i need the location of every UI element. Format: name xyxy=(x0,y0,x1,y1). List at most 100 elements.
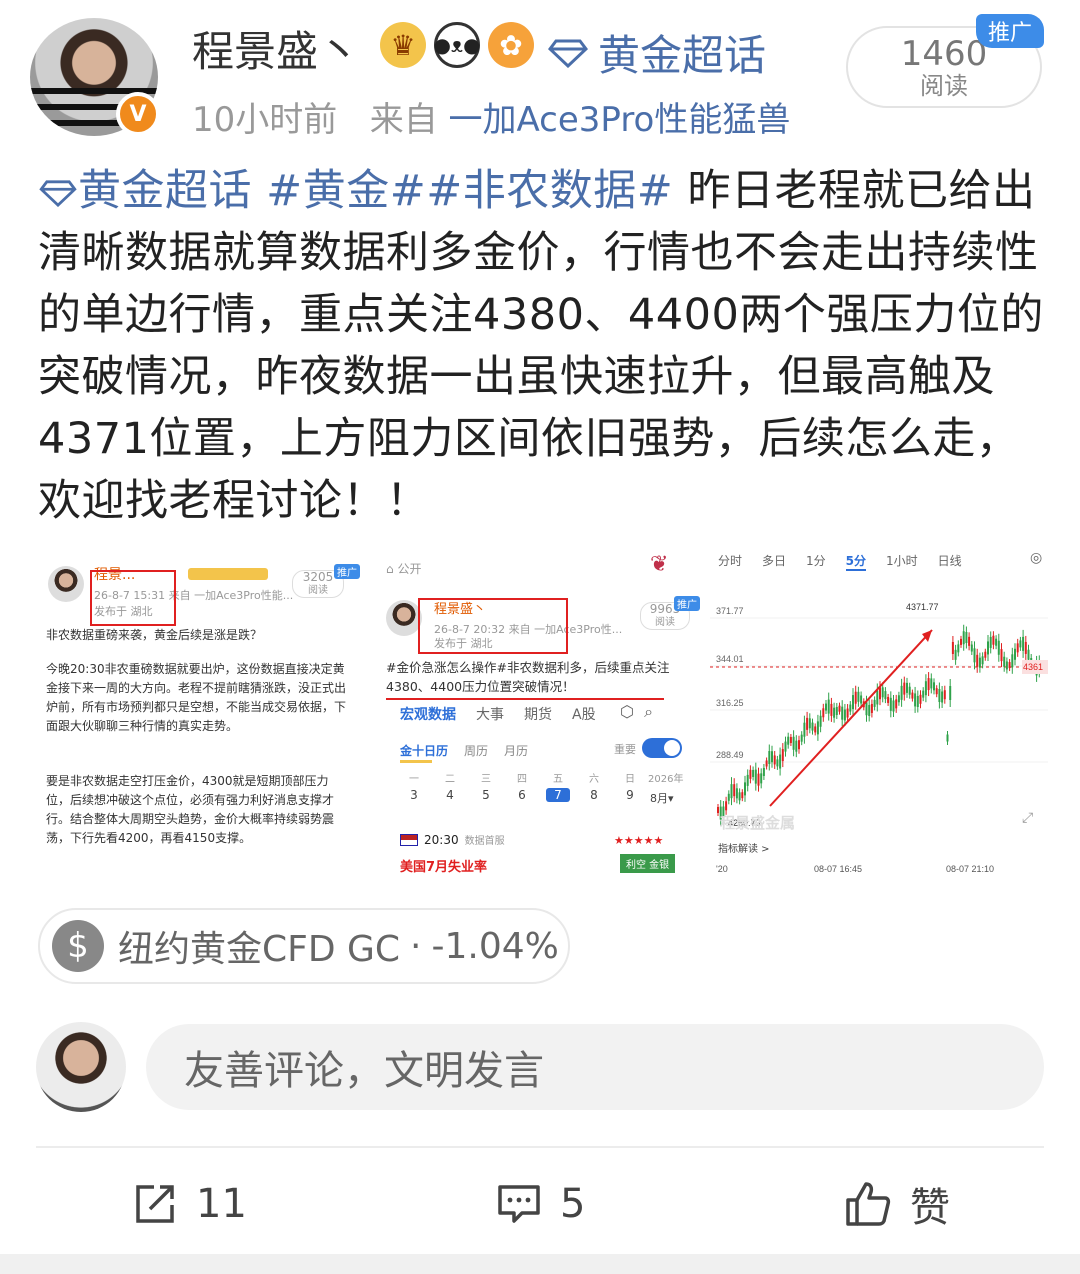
candle-body xyxy=(808,718,811,729)
indicator-link[interactable]: 指标解读 > xyxy=(718,840,770,855)
author-name[interactable]: 程景盛丶 xyxy=(192,18,360,79)
post-image-2[interactable]: ⌂ 公开 ❦ 程景盛丶 26-8-7 20:32 来自 一加Ace3Pro性..… xyxy=(378,548,702,878)
supertopic-inline-link[interactable]: 黄金超话 xyxy=(38,166,266,216)
candle-body xyxy=(897,695,900,703)
candle-body xyxy=(884,691,887,700)
candle-body xyxy=(819,715,822,727)
share-count: 11 xyxy=(196,1181,247,1227)
weekday-2: 三 xyxy=(481,774,491,785)
candle-body xyxy=(776,759,779,767)
comment-button[interactable]: 5 xyxy=(496,1178,585,1230)
weekday-4: 五 xyxy=(553,774,563,785)
post-image-3-chart[interactable]: 分时 多日 1分 5分 1小时 日线 ◎ 371.77 344.01 316.25 288.49… xyxy=(710,548,1048,878)
candle-body xyxy=(892,700,895,712)
candle-body xyxy=(992,635,995,645)
share-button[interactable]: 11 xyxy=(132,1178,247,1230)
weekday-6: 日 xyxy=(625,774,635,785)
candle-body xyxy=(784,741,787,752)
candle-body xyxy=(1014,648,1016,660)
toggle-switch xyxy=(642,738,682,758)
underline xyxy=(386,698,664,700)
candle-body xyxy=(922,690,925,698)
stock-tag[interactable]: $ 纽约黄金CFD GC · -1.04% xyxy=(38,908,570,984)
candle-body xyxy=(970,644,973,652)
candle-body xyxy=(746,774,749,786)
stock-name: 纽约黄金CFD GC xyxy=(118,929,401,970)
high-label: 4371.77 xyxy=(906,602,939,612)
candle-body xyxy=(822,708,825,718)
candle-body xyxy=(919,694,922,704)
candle-body xyxy=(1005,661,1008,670)
comment-input[interactable]: 友善评论，文明发言 xyxy=(146,1024,1044,1110)
candle-body xyxy=(752,769,755,777)
candle-body xyxy=(1008,662,1011,669)
date-cell[interactable]: 6 xyxy=(504,788,540,802)
hashtag-gold[interactable]: #黄金# xyxy=(266,166,426,216)
candle-body xyxy=(827,699,830,714)
candle-body xyxy=(1024,641,1027,654)
candle-body xyxy=(1019,640,1022,648)
x-tick-label: 08-07 21:10 xyxy=(946,864,994,874)
candle-body xyxy=(733,784,736,797)
candle-body xyxy=(730,784,733,799)
candle-body xyxy=(930,678,933,689)
post-time: 10小时前 xyxy=(192,100,338,140)
candle-body xyxy=(825,703,827,711)
candle-body xyxy=(741,792,744,799)
post-image-1[interactable]: 程景... 3205 阅读 推广 26-8-7 15:31 来自 一加Ace3Pr… xyxy=(38,548,362,878)
candle-body xyxy=(779,754,782,769)
from-label: 来自 xyxy=(369,100,438,140)
like-button[interactable]: 赞 xyxy=(844,1178,950,1231)
candle-body xyxy=(908,686,911,695)
candle-body xyxy=(843,709,846,721)
expand-icon: ⤢ xyxy=(1022,810,1034,826)
candle-body xyxy=(900,685,903,700)
candle-body xyxy=(868,704,871,716)
candle-body xyxy=(798,740,800,750)
y-tick-label: 288.49 xyxy=(716,750,744,760)
post-body: 黄金超话 #黄金##非农数据# 昨日老程就已给出清晰数据就算数据利多金价，行情也… xyxy=(38,160,1048,532)
y-tick-label: 316.25 xyxy=(716,698,744,708)
hashtag-nfp[interactable]: #非农数据# xyxy=(426,166,673,216)
date-cell[interactable]: 9 xyxy=(612,788,648,802)
thumb-text: #金价急涨怎么操作#非农数据利多，后续重点关注4380、4400压力位置突破情况… xyxy=(386,660,670,694)
candle-body xyxy=(987,641,989,655)
candle-body xyxy=(792,736,795,750)
candle-body xyxy=(954,649,957,660)
candle-body xyxy=(873,699,876,707)
candle-body xyxy=(841,706,844,720)
last-price-label: 4361 xyxy=(1023,662,1043,672)
date-cell[interactable]: 8 xyxy=(576,788,612,802)
candle-body xyxy=(754,769,757,784)
date-cell[interactable]: 3 xyxy=(396,788,432,802)
my-avatar[interactable] xyxy=(36,1022,126,1112)
candle-body xyxy=(846,708,849,718)
candle-body xyxy=(835,707,838,716)
x-tick-label: 08-07 16:45 xyxy=(814,864,862,874)
date-cell[interactable]: 7 xyxy=(546,788,570,802)
candle-body xyxy=(881,687,884,698)
thumb-tabs: 宏观数据 大事 期货 A股 xyxy=(400,707,596,723)
candle-body xyxy=(803,722,806,737)
date-cell[interactable]: 5 xyxy=(468,788,504,802)
candle-body xyxy=(946,734,949,742)
candle-body xyxy=(854,691,857,704)
candle-body xyxy=(997,640,1000,655)
candle-body xyxy=(738,792,741,801)
device-source[interactable]: 一加Ace3Pro性能猛兽 xyxy=(449,100,791,140)
candle-body xyxy=(781,749,784,762)
candle-body xyxy=(768,751,771,765)
fish-badge-icon: ✿ xyxy=(488,22,534,68)
x-tick-label: '20 xyxy=(716,864,728,874)
crown-badge-icon: ♛ xyxy=(380,22,426,68)
candle-body xyxy=(903,682,906,695)
candle-body xyxy=(924,681,927,696)
candle-body xyxy=(1011,654,1014,668)
verified-badge-icon: V xyxy=(116,92,160,136)
date-cell[interactable]: 4 xyxy=(432,788,468,802)
supertopic-link[interactable]: 黄金超话 xyxy=(548,22,766,83)
weekday-3: 四 xyxy=(517,774,527,785)
candle-body xyxy=(989,636,992,648)
candle-body xyxy=(943,690,946,700)
candle-body xyxy=(914,693,917,707)
